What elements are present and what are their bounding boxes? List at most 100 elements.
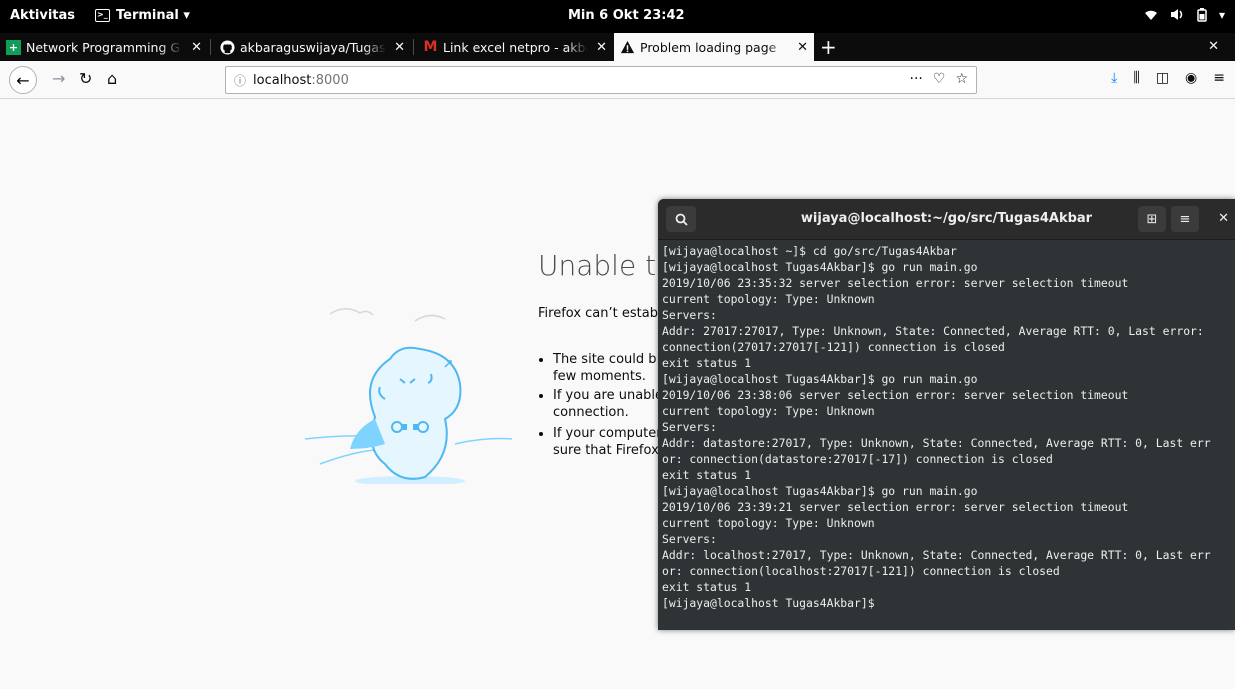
terminal-menu-button[interactable]: ≡ <box>1171 206 1199 232</box>
nav-toolbar: ← → ↻ ⌂ ⓘ localhost:8000 ··· ♡ ☆ ⤓ ⫼ ◫ ◉… <box>0 61 1235 99</box>
gmail-icon: M <box>423 39 438 55</box>
github-icon <box>220 39 235 55</box>
terminal-line: [wijaya@localhost Tugas4Akbar]$ <box>662 596 875 610</box>
terminal-line: [wijaya@localhost Tugas4Akbar]$ go run m… <box>662 260 978 274</box>
tab-separator <box>210 39 211 55</box>
terminal-header-bar[interactable]: wijaya@localhost:~/go/src/Tugas4Akbar ⊞ … <box>658 199 1235 240</box>
terminal-line: Addr: localhost:27017, Type: Unknown, St… <box>662 548 1211 562</box>
tab-title: Problem loading page <box>640 39 777 55</box>
warning-icon <box>620 40 635 53</box>
terminal-line: exit status 1 <box>662 580 752 594</box>
tab-network-programming[interactable]: + Network Programming G ✕ <box>0 33 208 61</box>
terminal-line: [wijaya@localhost Tugas4Akbar]$ go run m… <box>662 372 978 386</box>
close-tab-icon[interactable]: ✕ <box>394 40 405 55</box>
new-tab-icon: ⊞ <box>1146 211 1158 227</box>
terminal-output[interactable]: [wijaya@localhost ~]$ cd go/src/Tugas4Ak… <box>662 243 1235 611</box>
url-bar[interactable]: ⓘ localhost:8000 ··· ♡ ☆ <box>225 66 977 94</box>
volume-icon <box>1170 9 1183 20</box>
suggestion-line: If your computer <box>553 426 662 441</box>
app-menu[interactable]: >_ Terminal ▾ <box>95 8 190 23</box>
terminal-line: 2019/10/06 23:39:21 server selection err… <box>662 500 1129 514</box>
app-menu-label: Terminal ▾ <box>116 8 190 23</box>
desktop: Aktivitas >_ Terminal ▾ Min 6 Okt 23:42 … <box>0 0 1235 689</box>
terminal-line: Servers: <box>662 308 717 322</box>
terminal-close-button[interactable]: ✕ <box>1218 211 1229 226</box>
page-actions-icon[interactable]: ··· <box>910 71 923 87</box>
close-icon: ✕ <box>1218 211 1229 226</box>
suggestion-line: sure that Firefox <box>553 443 659 458</box>
gnome-top-bar: Aktivitas >_ Terminal ▾ Min 6 Okt 23:42 … <box>0 0 1235 33</box>
suggestion-line: The site could b <box>553 352 657 367</box>
tab-separator <box>413 39 414 55</box>
back-button[interactable]: ← <box>9 66 37 94</box>
error-description: Firefox can’t establis <box>538 306 672 321</box>
hamburger-menu-icon: ≡ <box>1179 211 1191 227</box>
terminal-line: current topology: Type: Unknown <box>662 404 875 418</box>
bookmark-star-icon[interactable]: ☆ <box>955 71 968 87</box>
status-area[interactable]: ▾ <box>1144 8 1225 22</box>
terminal-line: 2019/10/06 23:38:06 server selection err… <box>662 388 1129 402</box>
tab-github[interactable]: akbaraguswijaya/Tugas2 ✕ <box>214 33 411 61</box>
close-tab-icon[interactable]: ✕ <box>191 40 202 55</box>
suggestion-line: If you are unable <box>553 388 664 403</box>
terminal-line: current topology: Type: Unknown <box>662 292 875 306</box>
hamburger-menu-icon[interactable]: ≡ <box>1213 70 1225 86</box>
pocket-icon[interactable]: ♡ <box>933 71 946 87</box>
new-terminal-tab-button[interactable]: ⊞ <box>1138 206 1166 232</box>
suggestion-item: If you are unable connection. <box>553 387 664 420</box>
terminal-line: [wijaya@localhost Tugas4Akbar]$ go run m… <box>662 484 978 498</box>
suggestion-item: If your computer sure that Firefox <box>553 425 663 459</box>
arrow-right-icon: → <box>52 69 66 88</box>
tab-title: Link excel netpro - akbar <box>443 39 589 55</box>
tab-strip: + Network Programming G ✕ akbaraguswijay… <box>0 33 1235 61</box>
arrow-left-icon: ← <box>16 70 30 90</box>
home-button[interactable]: ⌂ <box>107 69 117 88</box>
url-host: localhost <box>253 72 312 88</box>
terminal-line: [wijaya@localhost ~]$ cd go/src/Tugas4Ak… <box>662 244 957 258</box>
terminal-line: Addr: datastore:27017, Type: Unknown, St… <box>662 436 1211 450</box>
home-icon: ⌂ <box>107 69 118 88</box>
terminal-line: exit status 1 <box>662 468 752 482</box>
url-actions: ··· ♡ ☆ <box>910 71 968 87</box>
dinosaur-unplugged-illustration <box>305 308 513 484</box>
library-icon[interactable]: ⫼ <box>1133 70 1139 86</box>
terminal-line: Servers: <box>662 532 717 546</box>
reload-icon: ↻ <box>79 69 93 88</box>
terminal-line: exit status 1 <box>662 356 752 370</box>
error-title: Unable to <box>538 249 674 282</box>
battery-icon <box>1197 8 1207 22</box>
system-menu-icon: ▾ <box>1218 8 1225 22</box>
tab-gmail[interactable]: M Link excel netpro - akbar ✕ <box>417 33 613 61</box>
close-tab-icon[interactable]: ✕ <box>596 40 607 55</box>
clock[interactable]: Min 6 Okt 23:42 <box>568 8 685 23</box>
terminal-window[interactable]: wijaya@localhost:~/go/src/Tugas4Akbar ⊞ … <box>658 199 1235 630</box>
error-suggestions: The site could b few moments. If you are … <box>553 351 663 465</box>
tab-title: Network Programming G <box>26 39 181 55</box>
toolbar-right: ⤓ ⫼ ◫ ◉ ≡ <box>1111 70 1225 86</box>
sheets-icon: + <box>6 39 21 55</box>
new-tab-button[interactable]: + <box>820 35 837 59</box>
suggestion-line: connection. <box>553 405 629 420</box>
tab-problem-loading[interactable]: Problem loading page ✕ <box>614 33 814 61</box>
activities-button[interactable]: Aktivitas <box>10 8 75 23</box>
reload-button[interactable]: ↻ <box>79 69 92 88</box>
download-icon[interactable]: ⤓ <box>1111 70 1117 86</box>
terminal-line: or: connection(datastore:27017[-17]) con… <box>662 452 1053 466</box>
account-icon[interactable]: ◉ <box>1185 70 1197 86</box>
close-tab-icon[interactable]: ✕ <box>797 40 808 55</box>
terminal-line: Servers: <box>662 420 717 434</box>
terminal-line: or: connection(localhost:27017[-121]) co… <box>662 564 1060 578</box>
close-window-icon[interactable]: ✕ <box>1208 39 1219 54</box>
url-port: :8000 <box>311 72 349 88</box>
tab-title: akbaraguswijaya/Tugas2 <box>240 39 387 55</box>
forward-button[interactable]: → <box>52 69 65 88</box>
sidebar-icon[interactable]: ◫ <box>1156 70 1169 86</box>
terminal-app-icon: >_ <box>95 9 110 22</box>
terminal-line: Addr: 27017:27017, Type: Unknown, State:… <box>662 324 1204 338</box>
suggestion-item: The site could b few moments. <box>553 351 663 384</box>
terminal-line: connection(27017:27017[-121]) connection… <box>662 340 1005 354</box>
info-icon[interactable]: ⓘ <box>234 72 246 89</box>
suggestion-line: few moments. <box>553 369 646 384</box>
terminal-line: current topology: Type: Unknown <box>662 516 875 530</box>
wifi-icon <box>1144 10 1157 20</box>
